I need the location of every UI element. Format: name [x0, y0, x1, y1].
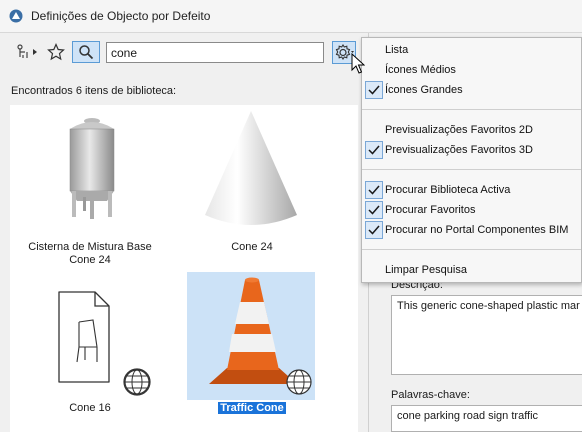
menu-item-favorites-preview-2d[interactable]: Previsualizações Favoritos 2D — [385, 121, 533, 139]
menu-separator — [362, 109, 581, 110]
menu-item-search-active-library[interactable]: Procurar Biblioteca Activa — [385, 181, 510, 199]
search-input[interactable]: cone — [106, 42, 324, 63]
menu-item-favorites-preview-3d[interactable]: Previsualizações Favoritos 3D — [385, 141, 533, 159]
menu-item-list[interactable]: Lista — [385, 41, 408, 59]
description-field[interactable]: This generic cone-shaped plastic mar — [391, 295, 582, 375]
title-bar: Definições de Objecto por Defeito — [0, 0, 582, 33]
cone-thumbnail — [205, 111, 297, 225]
window-title: Definições de Objecto por Defeito — [31, 9, 211, 23]
view-options-menu: Lista Ícones Médios Ícones Grandes Previ… — [361, 37, 582, 283]
star-icon — [47, 43, 65, 61]
menu-item-large-icons[interactable]: Ícones Grandes — [385, 81, 463, 99]
library-item-cone-16[interactable]: Cone 16 — [25, 272, 155, 417]
mixing-tank-thumbnail — [69, 118, 115, 219]
checkmark-icon — [365, 141, 383, 159]
menu-item-search-favorites[interactable]: Procurar Favoritos — [385, 201, 475, 219]
search-icon — [79, 45, 94, 60]
menu-separator — [362, 249, 581, 250]
item-label: Traffic Cone — [187, 402, 317, 415]
library-results-grid: Cisterna de Mistura Base Cone 24 Cone 24 — [10, 105, 358, 432]
library-tree-button[interactable] — [14, 41, 40, 63]
menu-item-search-bim-portal[interactable]: Procurar no Portal Componentes BIM — [385, 221, 568, 239]
mouse-cursor-icon — [351, 53, 365, 74]
keywords-label: Palavras-chave: — [391, 389, 470, 401]
checkmark-icon — [365, 201, 383, 219]
item-label: Cone 16 — [69, 402, 111, 414]
archicad-app-icon — [9, 9, 23, 23]
item-label: Cone 24 — [231, 241, 273, 253]
menu-separator — [362, 169, 581, 170]
library-tree-icon — [17, 44, 37, 58]
item-label: Cisterna de Mistura Base Cone 24 — [28, 241, 152, 266]
library-item-mixing-tank[interactable]: Cisterna de Mistura Base Cone 24 — [25, 105, 155, 270]
menu-item-medium-icons[interactable]: Ícones Médios — [385, 61, 456, 79]
selected-item-label: Traffic Cone — [218, 402, 286, 414]
favorites-button[interactable] — [45, 41, 67, 63]
globe-icon — [124, 369, 150, 395]
globe-icon — [286, 369, 312, 395]
keywords-field[interactable]: cone parking road sign traffic — [391, 405, 582, 432]
results-count-label: Encontrados 6 itens de biblioteca: — [11, 85, 177, 97]
checkmark-icon — [365, 81, 383, 99]
search-mode-button[interactable] — [72, 41, 100, 63]
menu-item-clear-search[interactable]: Limpar Pesquisa — [385, 261, 467, 279]
library-item-traffic-cone[interactable]: Traffic Cone — [187, 272, 317, 417]
library-toolbar: cone — [0, 33, 368, 73]
checkmark-icon — [365, 181, 383, 199]
library-item-cone-24[interactable]: Cone 24 — [187, 105, 317, 270]
checkmark-icon — [365, 221, 383, 239]
